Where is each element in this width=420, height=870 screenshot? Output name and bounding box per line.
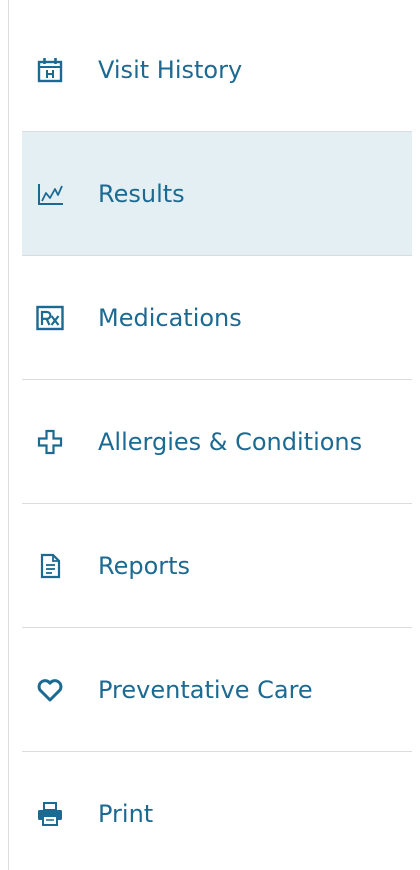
medical-cross-icon — [36, 428, 64, 456]
sidebar-divider — [8, 0, 9, 870]
sidebar-item-results[interactable]: Results — [22, 132, 412, 256]
sidebar-item-label: Allergies & Conditions — [98, 427, 363, 456]
sidebar-item-label: Visit History — [98, 55, 243, 84]
sidebar-panel: Visit History Results Medications Allerg… — [0, 0, 420, 870]
sidebar-item-medications[interactable]: Medications — [22, 256, 412, 380]
rx-icon — [36, 304, 64, 332]
line-chart-icon — [36, 180, 64, 208]
sidebar-item-print[interactable]: Print — [22, 752, 412, 870]
hospital-calendar-icon — [36, 56, 64, 84]
sidebar-item-label: Results — [98, 179, 185, 208]
sidebar-item-label: Reports — [98, 551, 191, 580]
sidebar-item-label: Medications — [98, 303, 242, 332]
sidebar-item-label: Print — [98, 800, 154, 828]
printer-icon — [36, 800, 64, 828]
document-icon — [36, 552, 64, 580]
sidebar-item-preventative-care[interactable]: Preventative Care — [22, 628, 412, 752]
sidebar-item-allergies-conditions[interactable]: Allergies & Conditions — [22, 380, 412, 504]
heart-icon — [36, 676, 64, 704]
sidebar-item-visit-history[interactable]: Visit History — [22, 8, 412, 132]
sidebar-item-label: Preventative Care — [98, 675, 313, 704]
sidebar-item-reports[interactable]: Reports — [22, 504, 412, 628]
sidebar-nav: Visit History Results Medications Allerg… — [22, 8, 412, 870]
